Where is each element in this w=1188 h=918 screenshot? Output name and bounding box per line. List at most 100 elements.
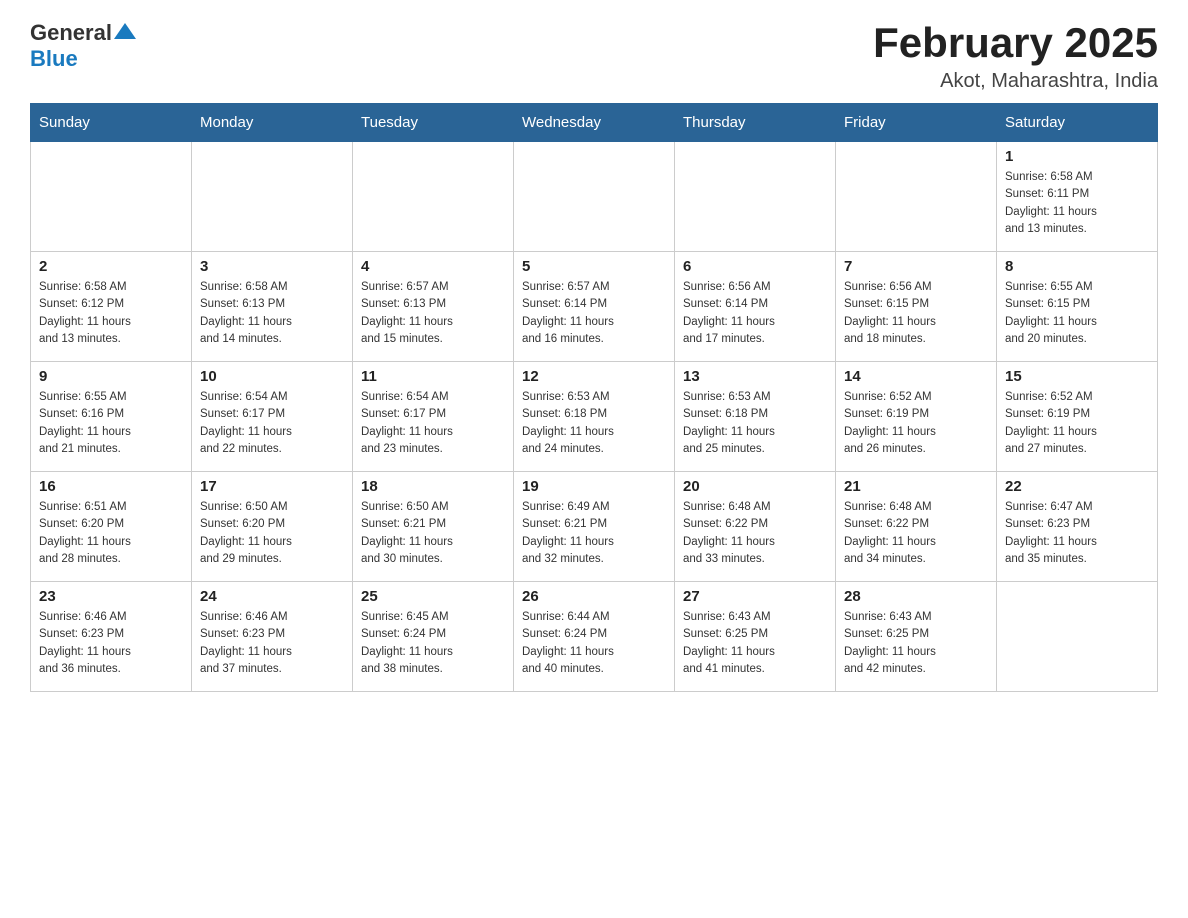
day-header-wednesday: Wednesday (514, 104, 675, 142)
day-info: Sunrise: 6:48 AMSunset: 6:22 PMDaylight:… (683, 499, 827, 568)
calendar-cell: 3 Sunrise: 6:58 AMSunset: 6:13 PMDaylight… (192, 252, 353, 362)
day-number: 26 (522, 588, 666, 605)
calendar-subtitle: Akot, Maharashtra, India (873, 70, 1158, 93)
calendar-week-row: 1Sunrise: 6:58 AMSunset: 6:11 PMDaylight… (31, 142, 1158, 252)
logo-blue-text: Blue (30, 46, 78, 71)
day-info: Sunrise: 6:56 AMSunset: 6:15 PMDaylight:… (844, 279, 988, 348)
calendar-cell: 4 Sunrise: 6:57 AMSunset: 6:13 PMDaylight… (353, 252, 514, 362)
day-info: Sunrise: 6:57 AMSunset: 6:13 PMDaylight:… (361, 279, 505, 348)
calendar-cell: 19Sunrise: 6:49 AMSunset: 6:21 PMDayligh… (514, 472, 675, 582)
calendar-cell: 11 Sunrise: 6:54 AMSunset: 6:17 PMDayligh… (353, 362, 514, 472)
calendar-cell: 12 Sunrise: 6:53 AMSunset: 6:18 PMDayligh… (514, 362, 675, 472)
day-info: Sunrise: 6:52 AMSunset: 6:19 PMDaylight:… (844, 389, 988, 458)
day-number: 18 (361, 478, 505, 495)
calendar-cell: 6 Sunrise: 6:56 AMSunset: 6:14 PMDaylight… (675, 252, 836, 362)
calendar-cell: 18 Sunrise: 6:50 AMSunset: 6:21 PMDayligh… (353, 472, 514, 582)
calendar-cell (514, 142, 675, 252)
day-number: 1 (1005, 148, 1149, 165)
day-info: Sunrise: 6:54 AMSunset: 6:17 PMDaylight:… (361, 389, 505, 458)
day-number: 9 (39, 368, 183, 385)
day-info: Sunrise: 6:57 AMSunset: 6:14 PMDaylight:… (522, 279, 666, 348)
calendar-header-row: SundayMondayTuesdayWednesdayThursdayFrid… (31, 104, 1158, 142)
day-number: 23 (39, 588, 183, 605)
calendar-cell: 26 Sunrise: 6:44 AMSunset: 6:24 PMDayligh… (514, 582, 675, 692)
day-header-sunday: Sunday (31, 104, 192, 142)
calendar-cell: 2 Sunrise: 6:58 AMSunset: 6:12 PMDaylight… (31, 252, 192, 362)
day-info: Sunrise: 6:53 AMSunset: 6:18 PMDaylight:… (683, 389, 827, 458)
day-info: Sunrise: 6:48 AMSunset: 6:22 PMDaylight:… (844, 499, 988, 568)
calendar-cell: 28Sunrise: 6:43 AMSunset: 6:25 PMDayligh… (836, 582, 997, 692)
day-number: 14 (844, 368, 988, 385)
logo: General Blue (30, 20, 136, 72)
day-number: 4 (361, 258, 505, 275)
title-section: February 2025 Akot, Maharashtra, India (873, 20, 1158, 93)
day-info: Sunrise: 6:58 AMSunset: 6:13 PMDaylight:… (200, 279, 344, 348)
day-number: 11 (361, 368, 505, 385)
day-info: Sunrise: 6:44 AMSunset: 6:24 PMDaylight:… (522, 609, 666, 678)
calendar-cell (997, 582, 1158, 692)
day-number: 15 (1005, 368, 1149, 385)
day-number: 3 (200, 258, 344, 275)
calendar-cell: 14 Sunrise: 6:52 AMSunset: 6:19 PMDayligh… (836, 362, 997, 472)
day-number: 25 (361, 588, 505, 605)
day-info: Sunrise: 6:50 AMSunset: 6:20 PMDaylight:… (200, 499, 344, 568)
day-number: 12 (522, 368, 666, 385)
day-number: 7 (844, 258, 988, 275)
calendar-cell: 17 Sunrise: 6:50 AMSunset: 6:20 PMDayligh… (192, 472, 353, 582)
calendar-cell: 24Sunrise: 6:46 AMSunset: 6:23 PMDayligh… (192, 582, 353, 692)
calendar-week-row: 23 Sunrise: 6:46 AMSunset: 6:23 PMDayligh… (31, 582, 1158, 692)
calendar-cell: 8 Sunrise: 6:55 AMSunset: 6:15 PMDaylight… (997, 252, 1158, 362)
calendar-cell: 27 Sunrise: 6:43 AMSunset: 6:25 PMDayligh… (675, 582, 836, 692)
day-info: Sunrise: 6:55 AMSunset: 6:16 PMDaylight:… (39, 389, 183, 458)
day-info: Sunrise: 6:52 AMSunset: 6:19 PMDaylight:… (1005, 389, 1149, 458)
day-info: Sunrise: 6:46 AMSunset: 6:23 PMDaylight:… (39, 609, 183, 678)
day-info: Sunrise: 6:54 AMSunset: 6:17 PMDaylight:… (200, 389, 344, 458)
calendar-title: February 2025 (873, 20, 1158, 66)
calendar-cell (353, 142, 514, 252)
calendar-cell: 20Sunrise: 6:48 AMSunset: 6:22 PMDayligh… (675, 472, 836, 582)
day-info: Sunrise: 6:58 AMSunset: 6:12 PMDaylight:… (39, 279, 183, 348)
day-number: 6 (683, 258, 827, 275)
day-number: 8 (1005, 258, 1149, 275)
logo-general-text: General (30, 20, 112, 46)
calendar-cell: 15 Sunrise: 6:52 AMSunset: 6:19 PMDayligh… (997, 362, 1158, 472)
day-number: 22 (1005, 478, 1149, 495)
day-info: Sunrise: 6:49 AMSunset: 6:21 PMDaylight:… (522, 499, 666, 568)
day-number: 27 (683, 588, 827, 605)
day-header-saturday: Saturday (997, 104, 1158, 142)
day-info: Sunrise: 6:51 AMSunset: 6:20 PMDaylight:… (39, 499, 183, 568)
day-header-thursday: Thursday (675, 104, 836, 142)
calendar-cell: 21Sunrise: 6:48 AMSunset: 6:22 PMDayligh… (836, 472, 997, 582)
day-info: Sunrise: 6:45 AMSunset: 6:24 PMDaylight:… (361, 609, 505, 678)
day-number: 5 (522, 258, 666, 275)
day-number: 2 (39, 258, 183, 275)
calendar-week-row: 2 Sunrise: 6:58 AMSunset: 6:12 PMDaylight… (31, 252, 1158, 362)
day-number: 17 (200, 478, 344, 495)
day-number: 24 (200, 588, 344, 605)
calendar-cell: 13 Sunrise: 6:53 AMSunset: 6:18 PMDayligh… (675, 362, 836, 472)
calendar-cell: 25 Sunrise: 6:45 AMSunset: 6:24 PMDayligh… (353, 582, 514, 692)
calendar-cell: 23 Sunrise: 6:46 AMSunset: 6:23 PMDayligh… (31, 582, 192, 692)
day-info: Sunrise: 6:55 AMSunset: 6:15 PMDaylight:… (1005, 279, 1149, 348)
day-info: Sunrise: 6:50 AMSunset: 6:21 PMDaylight:… (361, 499, 505, 568)
calendar-table: SundayMondayTuesdayWednesdayThursdayFrid… (30, 103, 1158, 692)
calendar-cell (31, 142, 192, 252)
calendar-cell: 22Sunrise: 6:47 AMSunset: 6:23 PMDayligh… (997, 472, 1158, 582)
calendar-cell (192, 142, 353, 252)
day-info: Sunrise: 6:43 AMSunset: 6:25 PMDaylight:… (683, 609, 827, 678)
calendar-cell (836, 142, 997, 252)
day-number: 13 (683, 368, 827, 385)
calendar-cell: 7 Sunrise: 6:56 AMSunset: 6:15 PMDaylight… (836, 252, 997, 362)
calendar-week-row: 16 Sunrise: 6:51 AMSunset: 6:20 PMDayligh… (31, 472, 1158, 582)
day-info: Sunrise: 6:56 AMSunset: 6:14 PMDaylight:… (683, 279, 827, 348)
calendar-cell (675, 142, 836, 252)
calendar-cell: 16 Sunrise: 6:51 AMSunset: 6:20 PMDayligh… (31, 472, 192, 582)
day-header-tuesday: Tuesday (353, 104, 514, 142)
calendar-cell: 9 Sunrise: 6:55 AMSunset: 6:16 PMDaylight… (31, 362, 192, 472)
calendar-week-row: 9 Sunrise: 6:55 AMSunset: 6:16 PMDaylight… (31, 362, 1158, 472)
day-number: 16 (39, 478, 183, 495)
page-header: General Blue February 2025 Akot, Maharas… (30, 20, 1158, 93)
day-info: Sunrise: 6:53 AMSunset: 6:18 PMDaylight:… (522, 389, 666, 458)
day-info: Sunrise: 6:43 AMSunset: 6:25 PMDaylight:… (844, 609, 988, 678)
day-header-friday: Friday (836, 104, 997, 142)
